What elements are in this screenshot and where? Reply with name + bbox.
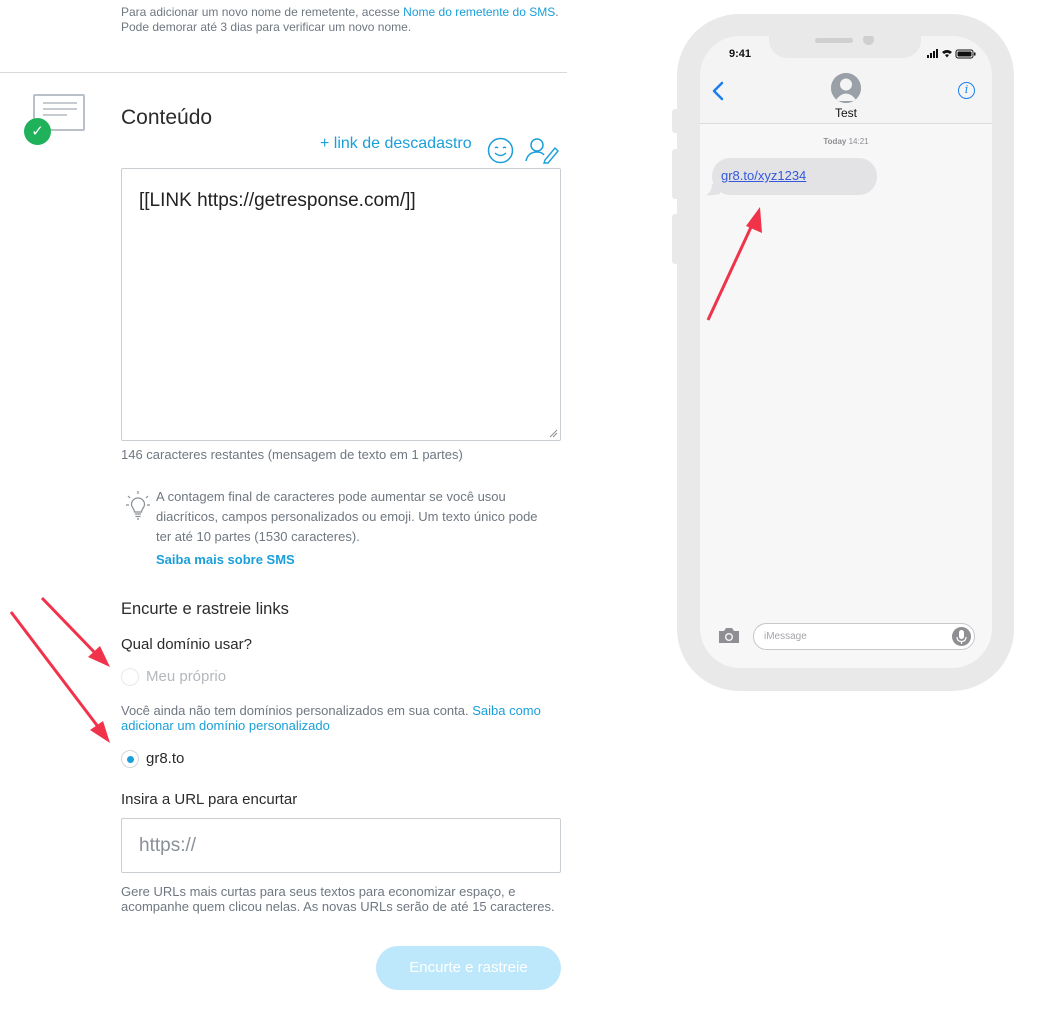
sender-note-text: Para adicionar um novo nome de remetente… [121, 5, 404, 19]
gr8-domain-radio[interactable] [121, 750, 139, 768]
messages-header: 9:41 Test i [700, 36, 992, 124]
own-domain-label: Meu próprio [146, 668, 227, 685]
checkmark-icon: ✓ [24, 118, 51, 145]
learn-sms-link[interactable]: Saiba mais sobre SMS [156, 552, 295, 567]
annotation-arrows [9, 596, 110, 743]
unsubscribe-link-button[interactable]: + link de descadastro [320, 135, 472, 153]
character-tip-text: A contagem final de caracteres pode aume… [156, 489, 538, 544]
phone-notch [769, 36, 921, 58]
preview-arrow-line [706, 224, 754, 321]
url-input[interactable] [121, 818, 561, 873]
message-date-time: 14:21 [848, 137, 869, 146]
url-help-text: Gere URLs mais curtas para seus textos p… [121, 884, 555, 914]
content-complete-icon: ✓ [24, 94, 88, 146]
url-input-label: Insira a URL para encurtar [121, 791, 298, 808]
info-icon[interactable]: i [958, 82, 975, 99]
avatar-icon [831, 73, 861, 103]
status-time: 9:41 [729, 48, 752, 60]
sms-message-text: [[LINK https://getresponse.com/]] [139, 190, 416, 211]
arrow-line-own [40, 596, 100, 658]
mic-icon[interactable] [952, 627, 971, 646]
gr8-domain-label: gr8.to [146, 750, 185, 767]
own-domain-radio[interactable] [121, 668, 139, 686]
preview-arrow-head [746, 207, 762, 233]
shorten-track-button[interactable]: Encurte e rastreie [376, 946, 561, 990]
sms-message-textarea[interactable]: [[LINK https://getresponse.com/]] [121, 168, 561, 441]
character-count: 146 caracteres restantes (mensagem de te… [121, 447, 463, 462]
personalize-field-icon[interactable] [524, 136, 560, 164]
resize-handle-icon[interactable] [548, 428, 558, 438]
content-section-title: Conteúdo [121, 106, 213, 129]
no-domain-note: Você ainda não tem domínios personalizad… [121, 703, 561, 733]
back-chevron-icon[interactable] [711, 81, 725, 101]
sender-name-note: Para adicionar um novo nome de remetente… [121, 5, 566, 35]
sender-name-link[interactable]: Nome do remetente do SMS [403, 5, 555, 19]
preview-annotation-arrow [706, 207, 762, 321]
arrow-head-gr8 [90, 721, 110, 743]
status-icons [927, 49, 976, 59]
section-divider [0, 72, 567, 73]
message-bubble: gr8.to/xyz1234 [712, 158, 877, 195]
emoji-icon[interactable] [487, 137, 514, 164]
imessage-input[interactable]: iMessage [753, 623, 975, 650]
domain-question: Qual domínio usar? [121, 636, 252, 653]
contact-name: Test [834, 106, 857, 120]
message-date-day: Today [823, 137, 847, 146]
imessage-placeholder: iMessage [764, 631, 807, 642]
no-domain-text: Você ainda não tem domínios personalizad… [121, 703, 473, 718]
shorten-section-title: Encurte e rastreie links [121, 600, 289, 618]
shortened-link[interactable]: gr8.to/xyz1234 [721, 168, 806, 183]
lightbulb-icon [125, 490, 151, 520]
arrow-line-gr8 [9, 611, 101, 729]
phone-screen: 9:41 Test i Today 14:21 gr8.to/xyz1234 i… [700, 36, 992, 668]
camera-icon[interactable] [718, 627, 740, 644]
message-date: Today 14:21 [700, 137, 992, 146]
